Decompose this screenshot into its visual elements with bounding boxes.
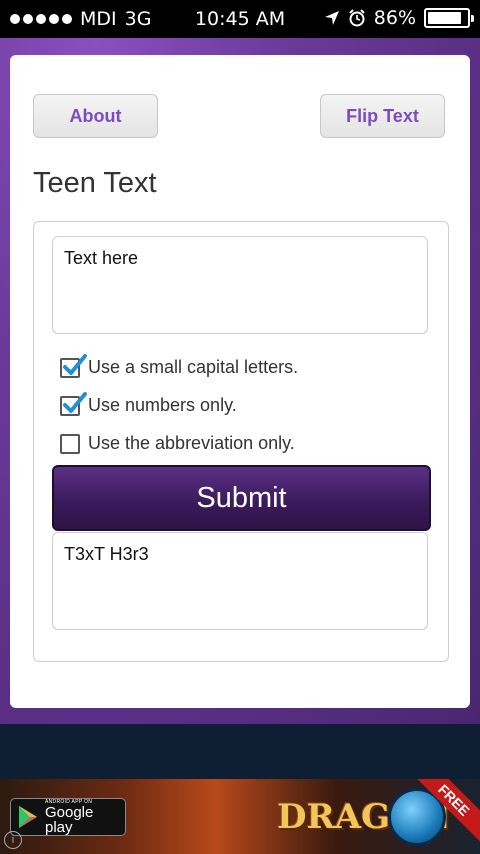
option-label: Use a small capital letters. [88,357,299,377]
option-label: Use numbers only. [88,395,237,415]
checkmark-icon [63,353,87,375]
option-label: Use the abbreviation only. [88,433,295,453]
checkbox[interactable] [60,353,87,378]
form-container: Text here Use a small capital letters. U… [33,221,449,662]
location-arrow-icon [324,11,339,25]
ad-banner[interactable]: ANDROID APP ON Google play DRAGON FREE i [0,779,480,854]
alarm-clock-icon [349,9,365,27]
about-button[interactable]: About [33,94,158,138]
play-store-icon [18,806,37,828]
option-numbers-only[interactable]: Use numbers only. [60,391,237,416]
input-text-area[interactable]: Text here [52,236,428,334]
option-abbreviation-only[interactable]: Use the abbreviation only. [60,433,295,454]
status-bar: MDI 3G 10:45 AM 86% [0,0,480,38]
output-text-area[interactable]: T3xT H3r3 [52,532,428,630]
checkbox[interactable] [60,433,80,454]
checkmark-icon [63,391,87,413]
submit-button[interactable]: Submit [52,465,431,531]
google-play-badge[interactable]: ANDROID APP ON Google play [10,798,126,836]
battery-icon [424,8,474,28]
battery-percent: 86% [373,7,416,29]
flip-text-button[interactable]: Flip Text [320,94,445,138]
page-title: Teen Text [33,167,157,199]
ad-info-icon[interactable]: i [4,831,22,849]
status-right: 86% [324,7,474,29]
main-card: About Flip Text Teen Text Text here Use … [10,55,470,708]
option-small-capitals[interactable]: Use a small capital letters. [60,353,299,378]
checkbox[interactable] [60,391,87,416]
badge-large-text: Google play [44,803,94,836]
